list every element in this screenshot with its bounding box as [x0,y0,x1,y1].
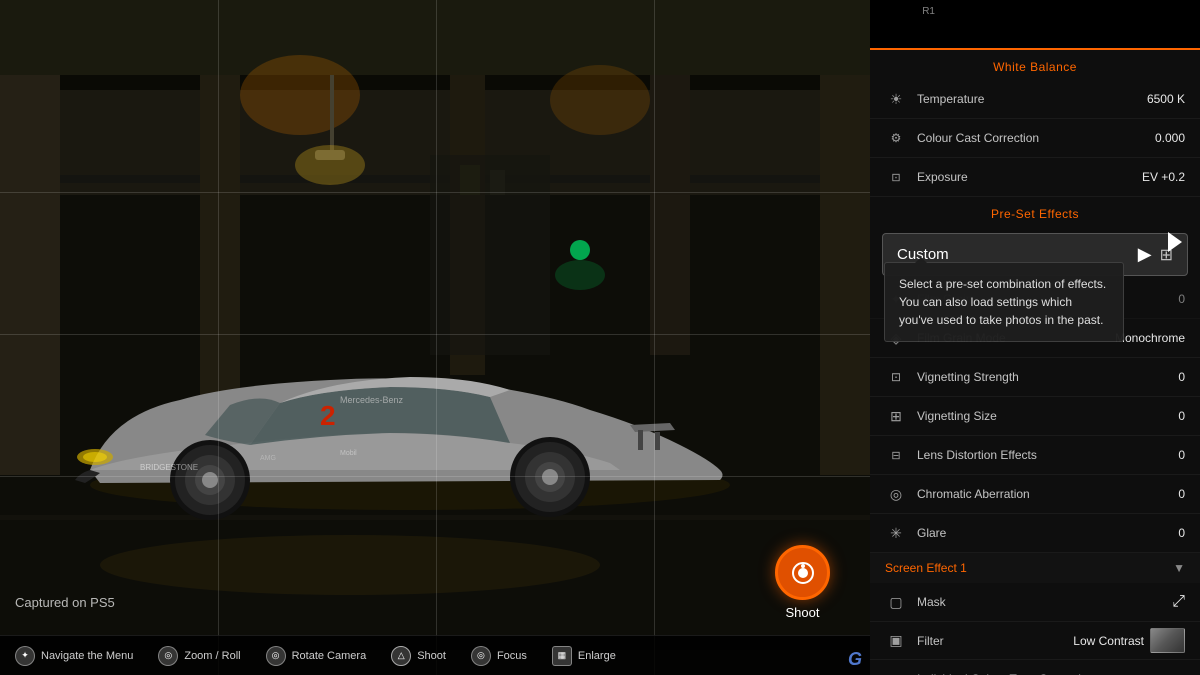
vignetting-size-icon: ⊞ [885,405,907,427]
shoot-ctrl-label: Shoot [417,650,446,662]
garage-background: 2 Mercedes-Benz BRIDGESTONE AMG Mobil [0,0,870,675]
svg-text:Mobil: Mobil [340,450,357,457]
filter-thumbnail [1150,628,1185,653]
chromatic-aberration-value: 0 [1178,487,1185,501]
shoot-circle-icon [775,545,830,600]
shoot-button[interactable]: Shoot [775,545,830,620]
exposure-value: EV +0.2 [1142,170,1185,184]
temperature-value: 6500 K [1147,92,1185,106]
colour-cast-value: 0.000 [1155,131,1185,145]
shoot-label: Shoot [786,605,820,620]
rotate-icon: ◎ [266,646,286,666]
colour-cast-row[interactable]: ⚙ Colour Cast Correction 0.000 [870,119,1200,158]
temperature-row[interactable]: ☀ Temperature 6500 K [870,80,1200,119]
grid-v1 [218,0,219,675]
temperature-icon: ☀ [885,88,907,110]
film-grain-mode-value: Monochrome [1115,331,1185,345]
exposure-label: Exposure [917,170,1142,184]
filter-label: Filter [917,634,1073,648]
colour-tone-arrows: » [1177,671,1185,675]
svg-text:BRIDGESTONE: BRIDGESTONE [140,463,198,472]
lens-distortion-row[interactable]: ⊟ Lens Distortion Effects 0 [870,436,1200,475]
bottom-controls: ✦ Navigate the Menu ◎ Zoom / Roll ◎ Rota… [0,635,870,675]
vignetting-size-label: Vignetting Size [917,409,1178,423]
preset-effects-header: Pre-Set Effects [870,197,1200,227]
svg-text:Mercedes-Benz: Mercedes-Benz [340,395,404,405]
control-rotate: ◎ Rotate Camera [266,646,367,666]
colour-cast-label: Colour Cast Correction [917,131,1155,145]
glare-value: 0 [1178,526,1185,540]
filter-row[interactable]: ▣ Filter Low Contrast [870,622,1200,660]
grid-v3 [654,0,655,675]
colour-cast-icon: ⚙ [885,127,907,149]
cursor-pointer [1168,232,1182,252]
focus-icon: ◎ [471,646,491,666]
grid-v2 [436,0,437,675]
chromatic-aberration-label: Chromatic Aberration [917,487,1178,501]
screen-effect-label: Screen Effect 1 [885,561,1173,575]
control-navigate: ✦ Navigate the Menu [15,646,133,666]
vignetting-strength-label: Vignetting Strength [917,370,1178,384]
grid-h3 [0,476,870,477]
chromatic-aberration-row[interactable]: ◎ Chromatic Aberration 0 [870,475,1200,514]
screen-effect-header[interactable]: Screen Effect 1 ▼ [870,553,1200,583]
rotate-label: Rotate Camera [292,650,367,662]
mask-icon: ▢ [885,591,907,613]
zoom-label: Zoom / Roll [184,650,240,662]
mask-value: ⤢ [1172,593,1185,611]
tooltip-text: Select a pre-set combination of effects.… [899,277,1106,327]
filter-icon: ▣ [885,630,907,652]
control-zoom: ◎ Zoom / Roll [158,646,240,666]
viewport: 2 Mercedes-Benz BRIDGESTONE AMG Mobil [0,0,870,675]
colour-tone-icon: ⊞ [885,668,907,675]
grid-h2 [0,334,870,335]
svg-text:2: 2 [320,400,336,431]
enlarge-label: Enlarge [578,650,616,662]
mask-row[interactable]: ▢ Mask ⤢ [870,583,1200,622]
screen-effect-expand-icon[interactable]: ▼ [1173,561,1185,575]
vignetting-strength-row[interactable]: ⊡ Vignetting Strength 0 [870,358,1200,397]
cursor-arrow-icon: ▶ [1138,244,1152,265]
glare-label: Glare [917,526,1178,540]
glare-icon: ✳ [885,522,907,544]
shoot-ctrl-icon: △ [391,646,411,666]
film-grain-value: 0 [1178,292,1185,306]
temperature-label: Temperature [917,92,1147,106]
control-enlarge: ▦ Enlarge [552,646,616,666]
r1-label: R1 [922,6,935,17]
preset-tooltip: Select a pre-set combination of effects.… [884,262,1124,342]
grid-h1 [0,192,870,193]
svg-text:AMG: AMG [260,455,276,462]
filter-value: Low Contrast [1073,634,1144,648]
vignetting-strength-value: 0 [1178,370,1185,384]
control-shoot: △ Shoot [391,646,446,666]
lens-distortion-icon: ⊟ [885,444,907,466]
control-focus: ◎ Focus [471,646,527,666]
ps5-logo: G [848,649,862,670]
focus-label: Focus [497,650,527,662]
right-panel: White Balance ☀ Temperature 6500 K ⚙ Col… [870,50,1200,675]
navigate-label: Navigate the Menu [41,650,133,662]
chromatic-aberration-icon: ◎ [885,483,907,505]
lens-distortion-label: Lens Distortion Effects [917,448,1178,462]
colour-tone-row[interactable]: ⊞ Individual Colour Tone Correction » [870,660,1200,675]
zoom-icon: ◎ [158,646,178,666]
enlarge-icon: ▦ [552,646,572,666]
glare-row[interactable]: ✳ Glare 0 [870,514,1200,553]
navigate-icon: ✦ [15,646,35,666]
white-balance-header: White Balance [870,50,1200,80]
exposure-row[interactable]: ⊡ Exposure EV +0.2 [870,158,1200,197]
vignetting-size-row[interactable]: ⊞ Vignetting Size 0 [870,397,1200,436]
mask-label: Mask [917,595,1172,609]
captured-label: Captured on PS5 [15,595,115,610]
vignetting-strength-icon: ⊡ [885,366,907,388]
lens-distortion-value: 0 [1178,448,1185,462]
vignetting-size-value: 0 [1178,409,1185,423]
exposure-icon: ⊡ [885,166,907,188]
preset-selected-label: Custom [897,246,1138,263]
